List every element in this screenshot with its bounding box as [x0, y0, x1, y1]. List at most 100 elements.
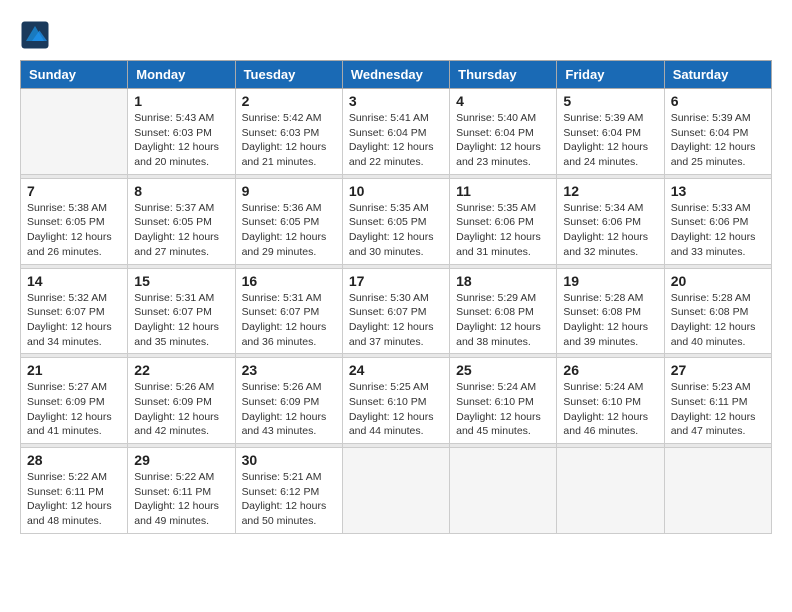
day-cell — [450, 448, 557, 534]
week-row-1: 1 Sunrise: 5:43 AM Sunset: 6:03 PM Daylig… — [21, 89, 772, 175]
day-cell — [557, 448, 664, 534]
day-info: Sunrise: 5:39 AM Sunset: 6:04 PM Dayligh… — [671, 111, 765, 170]
calendar-table: SundayMondayTuesdayWednesdayThursdayFrid… — [20, 60, 772, 534]
day-info: Sunrise: 5:26 AM Sunset: 6:09 PM Dayligh… — [134, 380, 228, 439]
day-info: Sunrise: 5:36 AM Sunset: 6:05 PM Dayligh… — [242, 201, 336, 260]
day-cell: 2 Sunrise: 5:42 AM Sunset: 6:03 PM Daylig… — [235, 89, 342, 175]
day-number: 28 — [27, 452, 121, 468]
day-cell: 5 Sunrise: 5:39 AM Sunset: 6:04 PM Daylig… — [557, 89, 664, 175]
day-info: Sunrise: 5:26 AM Sunset: 6:09 PM Dayligh… — [242, 380, 336, 439]
day-cell — [21, 89, 128, 175]
day-cell: 10Sunrise: 5:35 AM Sunset: 6:05 PM Dayli… — [342, 178, 449, 264]
day-number: 25 — [456, 362, 550, 378]
day-cell: 20 Sunrise: 5:28 AM Sunset: 6:08 PM Dayli… — [664, 268, 771, 354]
weekday-header-row: SundayMondayTuesdayWednesdayThursdayFrid… — [21, 61, 772, 89]
day-cell: 15 Sunrise: 5:31 AM Sunset: 6:07 PM Dayli… — [128, 268, 235, 354]
day-number: 6 — [671, 93, 765, 109]
day-cell: 1 Sunrise: 5:43 AM Sunset: 6:03 PM Daylig… — [128, 89, 235, 175]
day-number: 8 — [134, 183, 228, 199]
week-row-2: 7 Sunrise: 5:38 AM Sunset: 6:05 PM Daylig… — [21, 178, 772, 264]
day-cell: 7 Sunrise: 5:38 AM Sunset: 6:05 PM Daylig… — [21, 178, 128, 264]
day-info: Sunrise: 5:24 AM Sunset: 6:10 PM Dayligh… — [563, 380, 657, 439]
week-row-5: 28 Sunrise: 5:22 AM Sunset: 6:11 PM Dayli… — [21, 448, 772, 534]
day-number: 29 — [134, 452, 228, 468]
day-number: 4 — [456, 93, 550, 109]
day-number: 3 — [349, 93, 443, 109]
day-cell: 8 Sunrise: 5:37 AM Sunset: 6:05 PM Daylig… — [128, 178, 235, 264]
day-number: 30 — [242, 452, 336, 468]
day-number: 9 — [242, 183, 336, 199]
day-number: 7 — [27, 183, 121, 199]
day-cell: 6 Sunrise: 5:39 AM Sunset: 6:04 PM Daylig… — [664, 89, 771, 175]
day-cell: 16 Sunrise: 5:31 AM Sunset: 6:07 PM Dayli… — [235, 268, 342, 354]
day-number: 22 — [134, 362, 228, 378]
day-cell: 24 Sunrise: 5:25 AM Sunset: 6:10 PM Dayli… — [342, 358, 449, 444]
day-info: Sunrise: 5:21 AM Sunset: 6:12 PM Dayligh… — [242, 470, 336, 529]
day-info: Sunrise: 5:31 AM Sunset: 6:07 PM Dayligh… — [134, 291, 228, 350]
day-cell: 26 Sunrise: 5:24 AM Sunset: 6:10 PM Dayli… — [557, 358, 664, 444]
day-info: Sunrise: 5:38 AM Sunset: 6:05 PM Dayligh… — [27, 201, 121, 260]
day-number: 12 — [563, 183, 657, 199]
day-cell: 19Sunrise: 5:28 AM Sunset: 6:08 PM Dayli… — [557, 268, 664, 354]
day-info: Sunrise: 5:28 AM Sunset: 6:08 PM Dayligh… — [563, 291, 657, 350]
day-cell: 14 Sunrise: 5:32 AM Sunset: 6:07 PM Dayli… — [21, 268, 128, 354]
day-info: Sunrise: 5:30 AM Sunset: 6:07 PM Dayligh… — [349, 291, 443, 350]
day-number: 13 — [671, 183, 765, 199]
day-info: Sunrise: 5:28 AM Sunset: 6:08 PM Dayligh… — [671, 291, 765, 350]
day-cell: 27 Sunrise: 5:23 AM Sunset: 6:11 PM Dayli… — [664, 358, 771, 444]
weekday-header-thursday: Thursday — [450, 61, 557, 89]
logo-icon — [20, 20, 50, 50]
day-info: Sunrise: 5:35 AM Sunset: 6:06 PM Dayligh… — [456, 201, 550, 260]
weekday-header-friday: Friday — [557, 61, 664, 89]
day-info: Sunrise: 5:33 AM Sunset: 6:06 PM Dayligh… — [671, 201, 765, 260]
day-info: Sunrise: 5:29 AM Sunset: 6:08 PM Dayligh… — [456, 291, 550, 350]
day-number: 18 — [456, 273, 550, 289]
day-cell: 11 Sunrise: 5:35 AM Sunset: 6:06 PM Dayli… — [450, 178, 557, 264]
day-number: 20 — [671, 273, 765, 289]
day-cell — [342, 448, 449, 534]
day-cell: 3 Sunrise: 5:41 AM Sunset: 6:04 PM Daylig… — [342, 89, 449, 175]
day-number: 27 — [671, 362, 765, 378]
day-number: 23 — [242, 362, 336, 378]
day-info: Sunrise: 5:37 AM Sunset: 6:05 PM Dayligh… — [134, 201, 228, 260]
day-cell: 22 Sunrise: 5:26 AM Sunset: 6:09 PM Dayli… — [128, 358, 235, 444]
day-info: Sunrise: 5:40 AM Sunset: 6:04 PM Dayligh… — [456, 111, 550, 170]
day-cell: 29 Sunrise: 5:22 AM Sunset: 6:11 PM Dayli… — [128, 448, 235, 534]
day-info: Sunrise: 5:42 AM Sunset: 6:03 PM Dayligh… — [242, 111, 336, 170]
day-info: Sunrise: 5:22 AM Sunset: 6:11 PM Dayligh… — [134, 470, 228, 529]
day-number: 15 — [134, 273, 228, 289]
day-info: Sunrise: 5:39 AM Sunset: 6:04 PM Dayligh… — [563, 111, 657, 170]
weekday-header-monday: Monday — [128, 61, 235, 89]
day-info: Sunrise: 5:43 AM Sunset: 6:03 PM Dayligh… — [134, 111, 228, 170]
day-number: 21 — [27, 362, 121, 378]
weekday-header-saturday: Saturday — [664, 61, 771, 89]
day-info: Sunrise: 5:31 AM Sunset: 6:07 PM Dayligh… — [242, 291, 336, 350]
day-number: 26 — [563, 362, 657, 378]
weekday-header-sunday: Sunday — [21, 61, 128, 89]
day-number: 14 — [27, 273, 121, 289]
day-number: 17 — [349, 273, 443, 289]
day-cell: 25 Sunrise: 5:24 AM Sunset: 6:10 PM Dayli… — [450, 358, 557, 444]
day-cell: 28Sunrise: 5:22 AM Sunset: 6:11 PM Dayli… — [21, 448, 128, 534]
day-info: Sunrise: 5:25 AM Sunset: 6:10 PM Dayligh… — [349, 380, 443, 439]
day-info: Sunrise: 5:34 AM Sunset: 6:06 PM Dayligh… — [563, 201, 657, 260]
day-cell: 12 Sunrise: 5:34 AM Sunset: 6:06 PM Dayli… — [557, 178, 664, 264]
day-number: 5 — [563, 93, 657, 109]
day-cell: 23 Sunrise: 5:26 AM Sunset: 6:09 PM Dayli… — [235, 358, 342, 444]
day-number: 24 — [349, 362, 443, 378]
week-row-4: 21 Sunrise: 5:27 AM Sunset: 6:09 PM Dayli… — [21, 358, 772, 444]
day-cell: 18 Sunrise: 5:29 AM Sunset: 6:08 PM Dayli… — [450, 268, 557, 354]
day-number: 10 — [349, 183, 443, 199]
day-number: 11 — [456, 183, 550, 199]
day-cell: 17 Sunrise: 5:30 AM Sunset: 6:07 PM Dayli… — [342, 268, 449, 354]
day-number: 1 — [134, 93, 228, 109]
day-number: 2 — [242, 93, 336, 109]
day-info: Sunrise: 5:24 AM Sunset: 6:10 PM Dayligh… — [456, 380, 550, 439]
day-info: Sunrise: 5:23 AM Sunset: 6:11 PM Dayligh… — [671, 380, 765, 439]
day-info: Sunrise: 5:27 AM Sunset: 6:09 PM Dayligh… — [27, 380, 121, 439]
weekday-header-tuesday: Tuesday — [235, 61, 342, 89]
day-number: 16 — [242, 273, 336, 289]
day-info: Sunrise: 5:41 AM Sunset: 6:04 PM Dayligh… — [349, 111, 443, 170]
day-cell: 13 Sunrise: 5:33 AM Sunset: 6:06 PM Dayli… — [664, 178, 771, 264]
day-info: Sunrise: 5:32 AM Sunset: 6:07 PM Dayligh… — [27, 291, 121, 350]
